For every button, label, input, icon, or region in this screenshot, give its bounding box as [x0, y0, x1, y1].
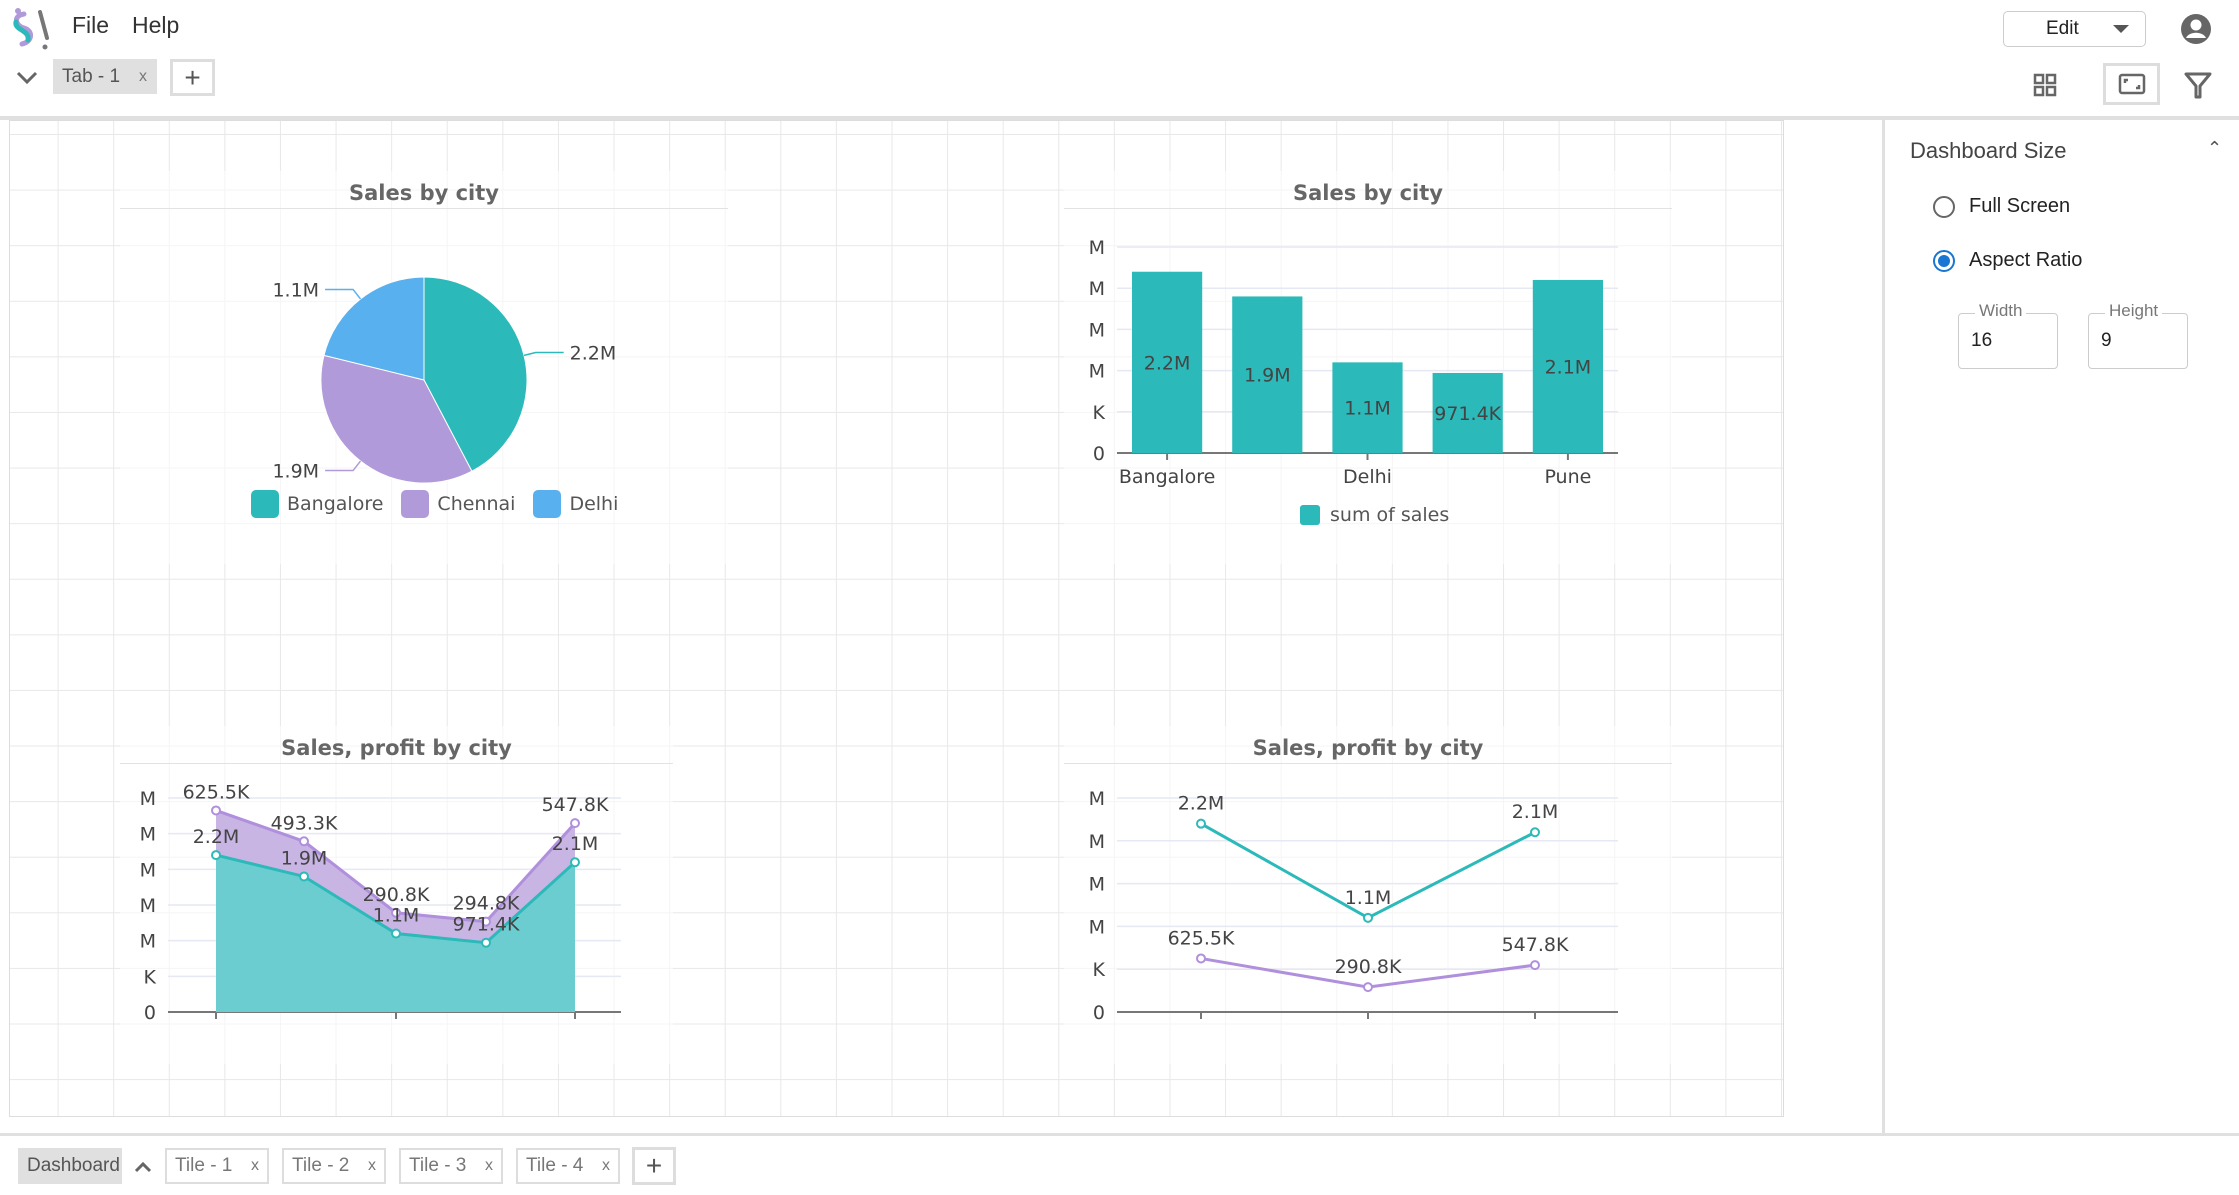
tile-tab-3[interactable]: Tile - 3x — [399, 1148, 503, 1184]
tile-sales-profit-line[interactable]: Sales, profit by city — [1064, 726, 1672, 1064]
chevron-up-icon[interactable] — [134, 1160, 152, 1178]
tile-sales-profit-area[interactable]: Sales, profit by city — [120, 726, 673, 1064]
close-button[interactable]: x — [368, 1157, 376, 1175]
chevron-down-icon[interactable] — [16, 68, 38, 91]
tile-title: Sales by city — [349, 181, 499, 205]
tile-tab-4[interactable]: Tile - 4x — [516, 1148, 620, 1184]
tile-tab-1[interactable]: Tile - 1x — [165, 1148, 269, 1184]
menu-help[interactable]: Help — [132, 12, 179, 39]
tile-title: Sales by city — [1293, 181, 1443, 205]
dashboard-tab[interactable]: Dashboard — [18, 1148, 122, 1184]
pie-legend: Bangalore Chennai Delhi — [251, 490, 618, 518]
tab-close-button[interactable]: x — [139, 68, 147, 86]
aspect-ratio-icon — [2118, 73, 2145, 95]
legend-item-chennai[interactable]: Chennai — [401, 490, 515, 518]
tab-label: Tab - 1 — [62, 65, 121, 87]
close-button[interactable]: x — [602, 1157, 610, 1175]
settings-panel: Dashboard Size ⌃ Full Screen Aspect Rati… — [1882, 120, 2239, 1135]
panel-title: Dashboard Size — [1910, 138, 2067, 163]
caret-down-icon — [2112, 25, 2129, 33]
menu-file[interactable]: File — [72, 12, 109, 39]
collapse-chevron-icon[interactable]: ⌃ — [2207, 138, 2222, 159]
radio-full-screen[interactable]: Full Screen — [1933, 195, 2070, 218]
add-tile-button[interactable]: + — [632, 1147, 676, 1185]
filter-icon[interactable] — [2184, 71, 2212, 104]
account-icon[interactable] — [2180, 13, 2212, 50]
legend-item-bangalore[interactable]: Bangalore — [251, 490, 383, 518]
radio-aspect-ratio[interactable]: Aspect Ratio — [1933, 249, 2082, 272]
add-tab-button[interactable]: + — [170, 59, 215, 96]
close-button[interactable]: x — [251, 1157, 259, 1175]
footer-divider — [0, 1133, 2239, 1136]
app-logo — [10, 6, 55, 59]
tile-title: Sales, profit by city — [1252, 736, 1484, 760]
close-button[interactable]: x — [485, 1157, 493, 1175]
edit-label: Edit — [2046, 18, 2079, 39]
bar-legend-item[interactable]: sum of sales — [1300, 504, 1449, 526]
height-field[interactable]: Height 9 — [2088, 301, 2188, 369]
aspect-ratio-button[interactable] — [2103, 63, 2160, 105]
width-field[interactable]: Width 16 — [1958, 301, 2058, 369]
tile-tab-2[interactable]: Tile - 2x — [282, 1148, 386, 1184]
edit-dropdown[interactable]: Edit — [2003, 11, 2146, 47]
legend-item-delhi[interactable]: Delhi — [533, 490, 618, 518]
tab-1[interactable]: Tab - 1 x — [53, 59, 157, 94]
tile-title: Sales, profit by city — [281, 736, 512, 760]
grid-icon[interactable] — [2033, 73, 2057, 102]
